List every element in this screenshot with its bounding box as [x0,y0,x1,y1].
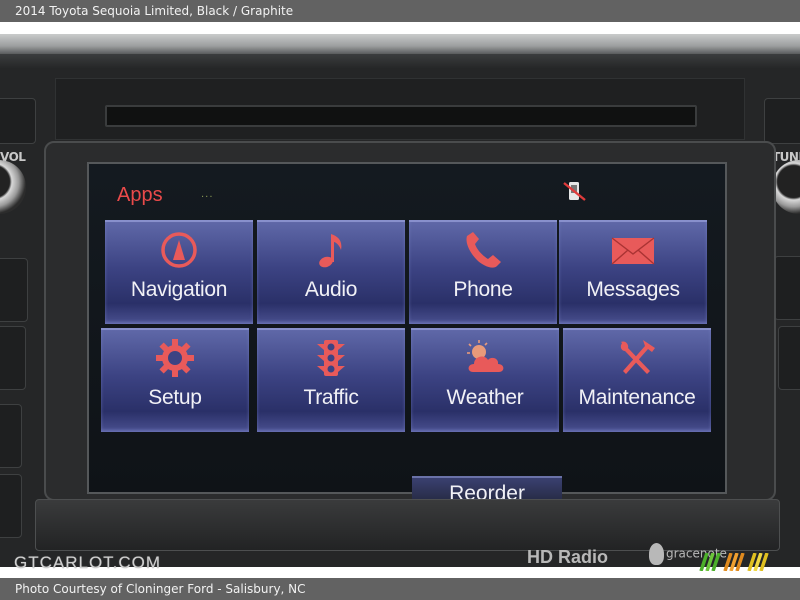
tile-label: Phone [453,278,513,301]
cd-slot [105,105,697,127]
phone-handset-icon [466,232,501,268]
app-tile-setup[interactable]: Setup [101,328,249,432]
tile-label: Setup [148,386,202,409]
app-tile-navigation[interactable]: Navigation [105,220,253,324]
gtcarlot-watermark: GTCARLOT.COM [14,553,162,572]
right-button-1[interactable] [774,256,800,320]
touchscreen: Apps ··· Navigation Audio Phone Messages… [87,162,727,512]
left-button-1[interactable] [0,258,28,322]
sun-cloud-icon [467,340,504,372]
screen-title: Apps [117,184,163,206]
app-tile-traffic[interactable]: Traffic [257,328,405,432]
wrench-hammer-icon [620,340,655,374]
caption-bar: 2014 Toyota Sequoia Limited, Black / Gra… [0,0,800,22]
left-button-3[interactable] [0,404,22,468]
head-unit-photo: VOL TUNE Apps ··· Navigation [0,34,800,567]
app-tile-maintenance[interactable]: Maintenance [563,328,711,432]
vehicle-caption: 2014 Toyota Sequoia Limited, Black / Gra… [15,4,294,18]
left-top-button[interactable] [0,98,36,144]
app-tile-phone[interactable]: Phone [409,220,557,324]
phone-disconnected-icon [563,182,586,201]
indicator-dots: ··· [201,192,214,203]
app-tile-messages[interactable]: Messages [559,220,707,324]
app-tile-audio[interactable]: Audio [257,220,405,324]
envelope-icon [611,237,655,265]
tile-label: Audio [304,278,358,301]
gear-icon [156,339,194,377]
credit-bar: Photo Courtesy of Cloninger Ford - Salis… [0,578,800,600]
dash-trim [0,34,800,54]
tile-label: Navigation [130,278,228,301]
compass-icon [161,232,197,268]
right-button-2[interactable] [778,326,800,390]
left-button-2[interactable] [0,326,26,390]
tile-label: Weather [446,386,524,409]
traffic-light-icon [317,340,345,376]
trim-shadow [0,54,800,68]
hd-radio-logo: HD Radio [527,547,608,567]
photo-credit: Photo Courtesy of Cloninger Ford - Salis… [15,582,306,596]
right-top-button[interactable] [764,98,800,144]
tile-label: Maintenance [578,386,696,409]
music-note-icon [319,234,342,268]
tile-label: Traffic [303,386,359,409]
app-tile-weather[interactable]: Weather [411,328,559,432]
gtcarlot-stripes-logo [699,553,769,571]
gracenote-icon [649,543,664,565]
left-button-4[interactable] [0,474,22,538]
tile-label: Messages [586,278,680,301]
